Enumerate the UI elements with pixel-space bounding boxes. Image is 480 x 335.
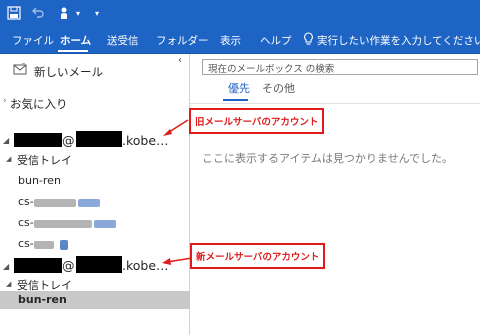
- tab-help[interactable]: ヘルプ: [260, 33, 292, 48]
- redacted-domain: [76, 131, 122, 147]
- callout-old-account: 旧メールサーバのアカウント: [189, 108, 325, 134]
- customize-quick-access-icon[interactable]: ▾: [92, 4, 102, 22]
- account1-folder-bun-ren[interactable]: bun-ren: [18, 174, 61, 187]
- touch-mode-icon[interactable]: [56, 4, 72, 22]
- title-bar: [0, 0, 480, 28]
- touch-dropdown-icon[interactable]: ▾: [74, 4, 82, 22]
- account1-folder-cs-3[interactable]: cs-: [18, 237, 34, 250]
- redacted-username: [14, 258, 62, 273]
- undo-icon[interactable]: [30, 4, 46, 22]
- active-tab-indicator: [58, 50, 88, 52]
- list-divider: [190, 103, 480, 104]
- blurred-count: [94, 220, 116, 228]
- search-placeholder: 現在のメールボックス の検索: [208, 64, 335, 75]
- account1-inbox[interactable]: 受信トレイ: [17, 152, 72, 168]
- active-filter-indicator: [223, 99, 248, 101]
- tab-view[interactable]: 表示: [220, 33, 241, 48]
- collapse-account-icon[interactable]: ◢: [3, 262, 9, 271]
- favorites-header[interactable]: お気に入り: [10, 96, 68, 112]
- collapse-account-icon[interactable]: ◢: [3, 136, 9, 145]
- redacted-domain: [76, 256, 122, 273]
- tab-folder[interactable]: フォルダー: [156, 33, 209, 48]
- blurred-folder-name: [34, 220, 92, 228]
- lightbulb-icon: [304, 32, 313, 45]
- save-icon[interactable]: [6, 4, 22, 22]
- collapse-pane-icon[interactable]: ‹: [178, 55, 182, 66]
- callout-new-account-label: 新メールサーバのアカウント: [196, 252, 320, 263]
- new-mail-icon: [13, 63, 27, 75]
- tab-home[interactable]: ホーム: [60, 33, 91, 48]
- account1-at[interactable]: @: [62, 133, 75, 148]
- callout-old-account-label: 旧メールサーバのアカウント: [195, 117, 319, 128]
- account1-folder-cs-2[interactable]: cs-: [18, 216, 34, 229]
- redacted-username: [14, 133, 62, 147]
- blurred-count: [60, 240, 68, 250]
- filter-other-tab[interactable]: その他: [262, 80, 295, 96]
- account2-folder-bun-ren[interactable]: bun-ren: [18, 293, 67, 306]
- tab-file[interactable]: ファイル: [12, 33, 54, 48]
- new-mail-button[interactable]: 新しいメール: [34, 64, 103, 80]
- empty-list-message: ここに表示するアイテムは見つかりませんでした。: [202, 152, 454, 165]
- filter-focused-tab[interactable]: 優先: [228, 80, 250, 96]
- collapse-inbox-icon[interactable]: ◢: [6, 155, 11, 163]
- callout-arrow-old: [163, 119, 189, 136]
- expand-favorites-icon[interactable]: ›: [3, 96, 7, 106]
- blurred-folder-name: [34, 199, 76, 207]
- account1-folder-cs-1[interactable]: cs-: [18, 195, 34, 208]
- tab-send-receive[interactable]: 送受信: [107, 33, 139, 48]
- collapse-inbox-icon[interactable]: ◢: [6, 280, 11, 288]
- callout-arrow-new: [162, 257, 193, 265]
- callout-new-account: 新メールサーバのアカウント: [190, 243, 326, 269]
- blurred-folder-name: [34, 241, 54, 249]
- tell-me-box[interactable]: 実行したい作業を入力してください: [317, 33, 480, 48]
- blurred-count: [78, 199, 100, 207]
- account2-at[interactable]: @: [62, 258, 75, 273]
